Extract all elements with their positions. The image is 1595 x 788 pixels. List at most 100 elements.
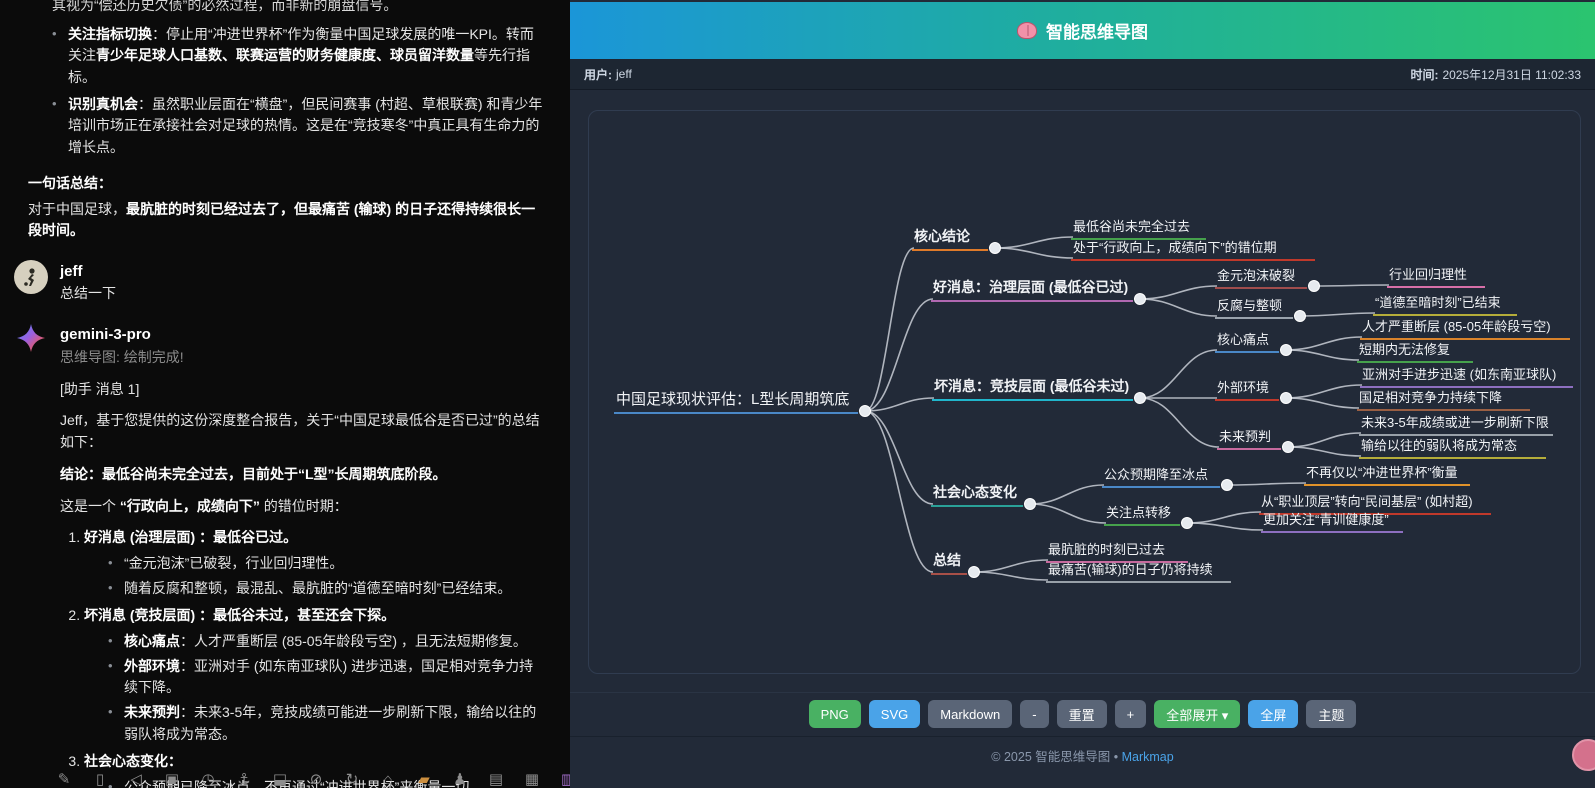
- assistant-message: gemini-3-pro 思维导图: 绘制完成! [助手 消息 1] Jeff，…: [0, 305, 570, 788]
- collapse-circle-n3c1[interactable]: [1281, 345, 1292, 356]
- mindmap-node-n4c1[interactable]: 公众预期降至冰点: [1102, 464, 1220, 488]
- footballer-icon: [20, 266, 42, 288]
- mindmap-link: [1286, 398, 1359, 408]
- mindmap-canvas[interactable]: 中国足球现状评估：L型长周期筑底核心结论最低谷尚未完全过去处于“行政向上，成绩向…: [588, 110, 1581, 674]
- mindmap-node-n3c1c1[interactable]: 人才严重断层 (85-05年龄段亏空): [1360, 316, 1570, 340]
- mindmap-link: [1286, 350, 1359, 360]
- delete-icon[interactable]: ▯: [91, 768, 109, 788]
- toolbar-button-reset[interactable]: 重置: [1057, 700, 1107, 728]
- sub-bullet-item: 未来预判：未来3-5年，竞技成绩可能进一步刷新下限，输给以往的弱队将成为常态。: [108, 702, 544, 745]
- collapse-circle-n4c2[interactable]: [1182, 518, 1193, 529]
- mindmap-link: [1286, 385, 1362, 398]
- toolbar-button-svg-export[interactable]: SVG: [869, 700, 920, 728]
- collapse-circle-n2c1[interactable]: [1309, 281, 1320, 292]
- mindmap-node-n3c2c2[interactable]: 国足相对竞争力持续下降: [1357, 387, 1530, 411]
- toolbar-button-png-export[interactable]: PNG: [809, 700, 861, 728]
- info-bar: 用户: jeff 时间: 2025年12月31日 11:02:33: [570, 59, 1595, 90]
- mindmap-node-n4[interactable]: 社会心态变化: [931, 482, 1023, 507]
- mindmap-link: [995, 237, 1073, 248]
- bullet-list: 关注指标切换：停止用“冲进世界杯”作为衡量中国足球发展的唯一KPI。转而关注青少…: [52, 24, 544, 159]
- edit-icon[interactable]: ✎: [55, 768, 73, 788]
- speaker-icon[interactable]: ◁: [127, 768, 145, 788]
- collapse-circle-n4c1[interactable]: [1222, 480, 1233, 491]
- mindmap-toolbar: PNG SVG Markdown-重置 +全部展开 ▾ 全屏主题: [570, 692, 1595, 737]
- summary-label: 一句话总结：: [28, 173, 544, 195]
- brain-icon: [1017, 22, 1037, 39]
- mindmap-link: [1187, 512, 1261, 523]
- home-icon[interactable]: ⌂: [379, 768, 397, 788]
- collapse-circle-n3c3[interactable]: [1283, 442, 1294, 453]
- time-label: 时间:: [1410, 66, 1438, 83]
- markmap-link[interactable]: Markmap: [1122, 750, 1174, 764]
- mindmap-node-n2c2c1[interactable]: “道德至暗时刻”已结束: [1373, 292, 1517, 316]
- image-icon[interactable]: ▣: [163, 768, 181, 788]
- refresh-icon[interactable]: ↻: [343, 768, 361, 788]
- block-icon[interactable]: ⊘: [307, 768, 325, 788]
- app-title: 智能思维导图: [1046, 18, 1148, 43]
- mindmap-node-n3c3c2[interactable]: 输给以往的弱队将成为常态: [1359, 435, 1546, 459]
- collapse-circle-n2[interactable]: [1135, 294, 1146, 305]
- assistant-avatar: [14, 323, 48, 357]
- app-header: 智能思维导图: [570, 2, 1595, 59]
- mindmap-node-n2c1[interactable]: 金元泡沫破裂: [1215, 265, 1307, 289]
- mindmap-node-n2c1c1[interactable]: 行业回归理性: [1387, 264, 1485, 288]
- mindmap-node-n3c2c1[interactable]: 亚洲对手进步迅速 (如东南亚球队): [1360, 364, 1573, 388]
- mindmap-link: [1288, 447, 1361, 456]
- mindmap-link: [974, 560, 1048, 572]
- mindmap-node-n4c2[interactable]: 关注点转移: [1104, 502, 1180, 526]
- collapse-circle-n4[interactable]: [1025, 499, 1036, 510]
- mindmap-link: [1030, 485, 1104, 504]
- collapse-circle-n1[interactable]: [990, 243, 1001, 254]
- mindmap-node-n4c2c2[interactable]: 更加关注“青训健康度”: [1261, 509, 1403, 533]
- folder-icon[interactable]: ▰: [415, 768, 433, 788]
- collapse-circle-n5[interactable]: [969, 567, 980, 578]
- mindmap-link: [865, 299, 933, 411]
- mindmap-node-n5[interactable]: 总结: [931, 550, 967, 575]
- mindmap-node-n3c3c1[interactable]: 未来3-5年成绩或进一步刷新下限: [1359, 412, 1553, 436]
- toolbar-button-expand-all[interactable]: 全部展开 ▾: [1154, 700, 1240, 728]
- user-message: jeff 总结一下: [0, 242, 570, 305]
- user-name: jeff: [60, 260, 116, 283]
- mindmap-node-n5c2[interactable]: 最痛苦(输球)的日子仍将持续: [1046, 559, 1231, 583]
- sub-bullet-item: 随着反腐和整顿，最混乱、最肮脏的“道德至暗时刻”已经结束。: [108, 578, 544, 600]
- file-icon[interactable]: ▤: [487, 768, 505, 788]
- sub-bullet-item: 核心痛点：人才严重断层 (85-05年龄段亏空) ，且无法短期修复。: [108, 631, 544, 653]
- collapse-circle-n2c2[interactable]: [1295, 311, 1306, 322]
- mindmap-node-n3c1[interactable]: 核心痛点: [1215, 329, 1279, 353]
- mindmap-node-n3c2[interactable]: 外部环境: [1215, 377, 1279, 401]
- floating-badge[interactable]: [1572, 739, 1595, 771]
- bullet-item: 识别真机会：虽然职业层面在“横盘”，但民间赛事 (村超、草根联赛) 和青少年培训…: [52, 94, 544, 159]
- save-icon[interactable]: ⬓: [271, 768, 289, 788]
- clock-icon[interactable]: ◷: [199, 768, 217, 788]
- collapse-circle-root[interactable]: [860, 406, 871, 417]
- mindmap-node-root[interactable]: 中国足球现状评估：L型长周期筑底: [614, 388, 858, 414]
- collapse-circle-n3c2[interactable]: [1281, 393, 1292, 404]
- mindmap-link: [1140, 350, 1217, 398]
- mindmap-node-n2[interactable]: 好消息：治理层面 (最低谷已过): [931, 277, 1133, 302]
- summary-text: 对于中国足球，最肮脏的时刻已经过去了，但最痛苦 (输球) 的日子还得持续很长一段…: [28, 199, 544, 242]
- footer: © 2025 智能思维导图 • Markmap: [570, 737, 1595, 765]
- toolbar-button-theme[interactable]: 主题: [1306, 700, 1356, 728]
- user-icon[interactable]: ♟: [451, 768, 469, 788]
- mindmap-node-n3c3[interactable]: 未来预判: [1217, 426, 1281, 450]
- collapse-circle-n3[interactable]: [1135, 393, 1146, 404]
- mindmap-node-n1[interactable]: 核心结论: [912, 226, 988, 251]
- mindmap-link: [1187, 523, 1263, 530]
- mindmap-node-n3c1c2[interactable]: 短期内无法修复: [1357, 339, 1473, 363]
- toolbar-button-zoom-in[interactable]: +: [1115, 700, 1147, 728]
- toolbar-button-fullscreen[interactable]: 全屏: [1248, 700, 1298, 728]
- toolbar-button-markdown-export[interactable]: Markdown: [928, 700, 1012, 728]
- assistant-name: gemini-3-pro: [60, 323, 544, 346]
- apps-icon[interactable]: ▥: [559, 768, 570, 788]
- mindmap-link: [1140, 299, 1217, 316]
- assistant-tag: [助手 消息 1]: [60, 379, 544, 401]
- mindmap-link: [974, 572, 1048, 580]
- mindmap-node-n3[interactable]: 坏消息：竞技层面 (最低谷未过): [932, 376, 1133, 401]
- mindmap-link: [1140, 398, 1219, 447]
- mindmap-node-n1c2[interactable]: 处于“行政向上，成绩向下”的错位期: [1071, 237, 1315, 261]
- mindmap-node-n4c1c1[interactable]: 不再仅以“冲进世界杯”衡量: [1304, 462, 1470, 486]
- grid-icon[interactable]: ▦: [523, 768, 541, 788]
- toolbar-button-zoom-out[interactable]: -: [1020, 700, 1048, 728]
- mindmap-node-n2c2[interactable]: 反腐与整顿: [1215, 295, 1293, 319]
- anchor-icon[interactable]: ⚓: [235, 768, 253, 788]
